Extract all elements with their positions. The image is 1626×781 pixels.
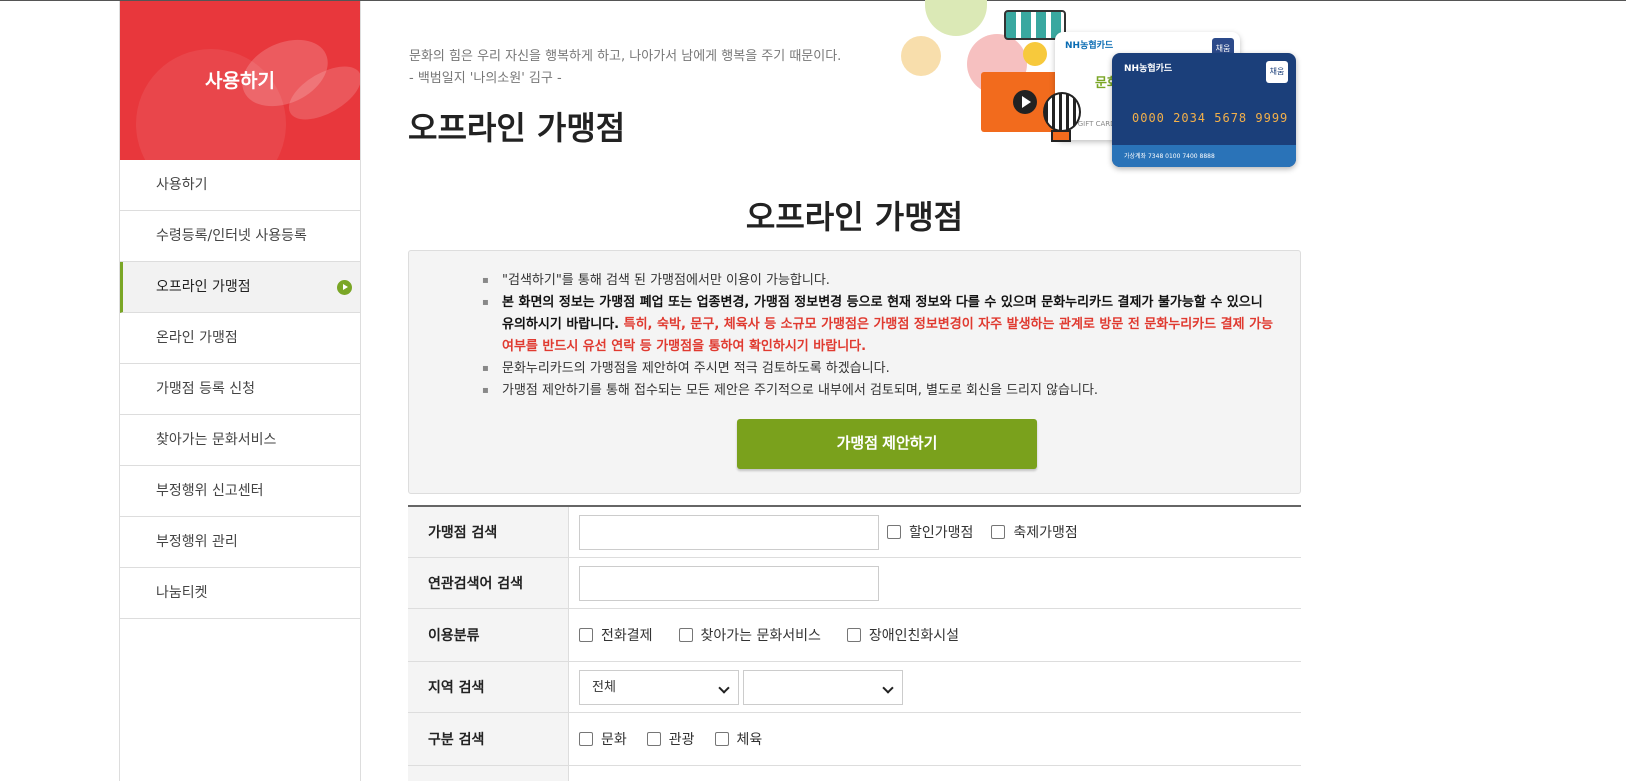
- decorative-circle: [901, 36, 941, 76]
- sidebar-item-registration[interactable]: 수령등록/인터넷 사용등록: [120, 211, 360, 262]
- sidebar-title: 사용하기: [205, 70, 275, 92]
- related-search-input[interactable]: [579, 565, 879, 601]
- sidebar-item-store-application[interactable]: 가맹점 등록 신청: [120, 364, 360, 415]
- notice-text: 가맹점 제안하기를 통해 접수되는 모든 제안은 주기적으로 내부에서 검토되며…: [502, 383, 1099, 398]
- sidebar-item-label: 오프라인 가맹점: [156, 279, 251, 295]
- related-search-row: 연관검색어 검색: [408, 558, 1301, 609]
- phone-payment-checkbox[interactable]: 전화결제: [579, 625, 653, 645]
- tourism-checkbox[interactable]: 관광: [646, 729, 695, 749]
- balloon-icon: [1043, 92, 1081, 132]
- checkbox-label: 전화결제: [601, 628, 653, 644]
- checkbox-box[interactable]: [579, 732, 593, 746]
- category-search-label: 구분 검색: [408, 713, 569, 765]
- quote-author: - 백범일지 '나의소원' 김구 -: [409, 71, 562, 86]
- card-number: 0000 2034 5678 9999: [1132, 111, 1289, 125]
- store-search-label: 가맹점 검색: [408, 507, 569, 557]
- sports-checkbox[interactable]: 체육: [714, 729, 763, 749]
- card-brand: NH농협카드: [1124, 64, 1173, 74]
- discount-store-checkbox[interactable]: 할인가맹점: [887, 522, 973, 542]
- category-search-row: 구분 검색 문화 관광 체육: [408, 713, 1301, 766]
- sidebar-item-use[interactable]: 사용하기: [120, 160, 360, 211]
- balloon-basket-icon: [1051, 130, 1071, 142]
- sidebar-item-label: 가맹점 등록 신청: [156, 381, 256, 397]
- decorative-circle: [1023, 42, 1047, 66]
- card-account: 가상계좌 7348 0100 7400 8888: [1124, 153, 1215, 160]
- notice-list: "검색하기"를 통해 검색 된 가맹점에서만 이용이 가능합니다. 본 화면의 …: [482, 270, 1277, 402]
- header-quote: 문화의 힘은 우리 자신을 행복하게 하고, 나아가서 남에게 행복을 주기 때…: [409, 46, 841, 90]
- checkbox-label: 축제가맹점: [1013, 525, 1078, 541]
- store-search-input[interactable]: [579, 514, 879, 550]
- sidebar-item-offline-stores[interactable]: 오프라인 가맹점: [120, 262, 360, 313]
- checkbox-box[interactable]: [991, 525, 1006, 539]
- sidebar-item-visiting-service[interactable]: 찾아가는 문화서비스: [120, 415, 360, 466]
- notice-item: 가맹점 제안하기를 통해 접수되는 모든 제안은 주기적으로 내부에서 검토되며…: [482, 380, 1277, 402]
- credit-card-image: NH농협카드 채움 0000 2034 5678 9999 가상계좌 7348 …: [1112, 53, 1296, 167]
- culture-checkbox[interactable]: 문화: [579, 729, 627, 749]
- checkbox-box[interactable]: [646, 732, 661, 746]
- sidebar-item-label: 온라인 가맹점: [156, 330, 238, 346]
- notice-item: "검색하기"를 통해 검색 된 가맹점에서만 이용이 가능합니다.: [482, 270, 1277, 292]
- sidebar-item-sharing-ticket[interactable]: 나눔티켓: [120, 568, 360, 619]
- sidebar-item-label: 나눔티켓: [156, 585, 208, 601]
- checkbox-box[interactable]: [887, 525, 901, 539]
- checkbox-box[interactable]: [678, 628, 693, 642]
- checkbox-label: 체육: [736, 732, 763, 748]
- sidebar-item-fraud-management[interactable]: 부정행위 관리: [120, 517, 360, 568]
- region-select-value: 전체: [592, 679, 616, 695]
- notice-text: "검색하기"를 통해 검색 된 가맹점에서만 이용이 가능합니다.: [502, 273, 830, 288]
- sidebar-item-label: 사용하기: [156, 177, 208, 193]
- sidebar-item-label: 찾아가는 문화서비스: [156, 432, 277, 448]
- sidebar-item-label: 부정행위 신고센터: [156, 483, 264, 499]
- sidebar-menu: 사용하기 수령등록/인터넷 사용등록 오프라인 가맹점 온라인 가맹점 가맹점 …: [120, 160, 360, 619]
- card-bottom-bar: 가상계좌 7348 0100 7400 8888: [1112, 145, 1296, 167]
- sidebar-item-fraud-report[interactable]: 부정행위 신고센터: [120, 466, 360, 517]
- section-title: 오프라인 가맹점: [745, 198, 964, 236]
- checkbox-box[interactable]: [714, 732, 729, 746]
- sidebar-item-label: 수령등록/인터넷 사용등록: [156, 228, 307, 244]
- chevron-down-icon: [882, 681, 894, 694]
- notice-text: 문화누리카드의 가맹점을 제안하여 주시면 적극 검토하도록 하겠습니다.: [502, 361, 890, 376]
- decorative-circle: [925, 0, 987, 36]
- header-illustration: NH농협카드 채움 문화누리 NH GIFT CARD NH농협카드 채움 00…: [895, 0, 1300, 170]
- region-search-row: 지역 검색 전체: [408, 662, 1301, 713]
- checkbox-label: 문화: [601, 732, 627, 748]
- region-search-label: 지역 검색: [408, 662, 569, 712]
- related-search-label: 연관검색어 검색: [408, 558, 569, 608]
- notice-item: 본 화면의 정보는 가맹점 폐업 또는 업종변경, 가맹점 정보변경 등으로 현…: [482, 292, 1277, 358]
- subregion-select[interactable]: [743, 669, 903, 705]
- checkbox-label: 찾아가는 문화서비스: [700, 628, 821, 644]
- region-select[interactable]: 전체: [579, 669, 739, 705]
- visiting-service-checkbox[interactable]: 찾아가는 문화서비스: [678, 625, 821, 645]
- card-brand: NH농협카드: [1065, 41, 1114, 51]
- sidebar-item-online-stores[interactable]: 온라인 가맹점: [120, 313, 360, 364]
- play-icon: [1013, 90, 1037, 114]
- usage-category-row: 이용분류 전화결제 찾아가는 문화서비스 장애인친화시설: [408, 609, 1301, 662]
- sidebar-header: 사용하기: [120, 1, 360, 160]
- accessible-facility-checkbox[interactable]: 장애인친화시설: [846, 625, 960, 645]
- next-row-label: [408, 766, 569, 781]
- notice-item: 문화누리카드의 가맹점을 제안하여 주시면 적극 검토하도록 하겠습니다.: [482, 358, 1277, 380]
- festival-store-checkbox[interactable]: 축제가맹점: [991, 522, 1078, 542]
- chevron-down-icon: [718, 681, 730, 694]
- checkbox-box[interactable]: [579, 628, 593, 642]
- checkbox-label: 할인가맹점: [909, 525, 974, 541]
- checkbox-label: 장애인친화시설: [868, 628, 960, 644]
- suggest-store-button[interactable]: 가맹점 제안하기: [737, 419, 1037, 469]
- sidebar: 사용하기 사용하기 수령등록/인터넷 사용등록 오프라인 가맹점 온라인 가맹점…: [119, 1, 361, 781]
- checkbox-label: 관광: [668, 732, 695, 748]
- notice-box: "검색하기"를 통해 검색 된 가맹점에서만 이용이 가능합니다. 본 화면의 …: [408, 250, 1301, 494]
- card-chip: 채움: [1266, 61, 1288, 83]
- store-search-row: 가맹점 검색 할인가맹점 축제가맹점: [408, 507, 1301, 558]
- search-form: 가맹점 검색 할인가맹점 축제가맹점 연관검색어 검색 이용분류 전화결제 찾아…: [408, 505, 1301, 781]
- sidebar-item-label: 부정행위 관리: [156, 534, 238, 550]
- arrow-right-icon: [337, 280, 352, 295]
- quote-line: 문화의 힘은 우리 자신을 행복하게 하고, 나아가서 남에게 행복을 주기 때…: [409, 49, 842, 64]
- page-title: 오프라인 가맹점: [408, 109, 626, 147]
- next-row: [408, 766, 1301, 781]
- usage-category-label: 이용분류: [408, 609, 569, 661]
- checkbox-box[interactable]: [846, 628, 861, 642]
